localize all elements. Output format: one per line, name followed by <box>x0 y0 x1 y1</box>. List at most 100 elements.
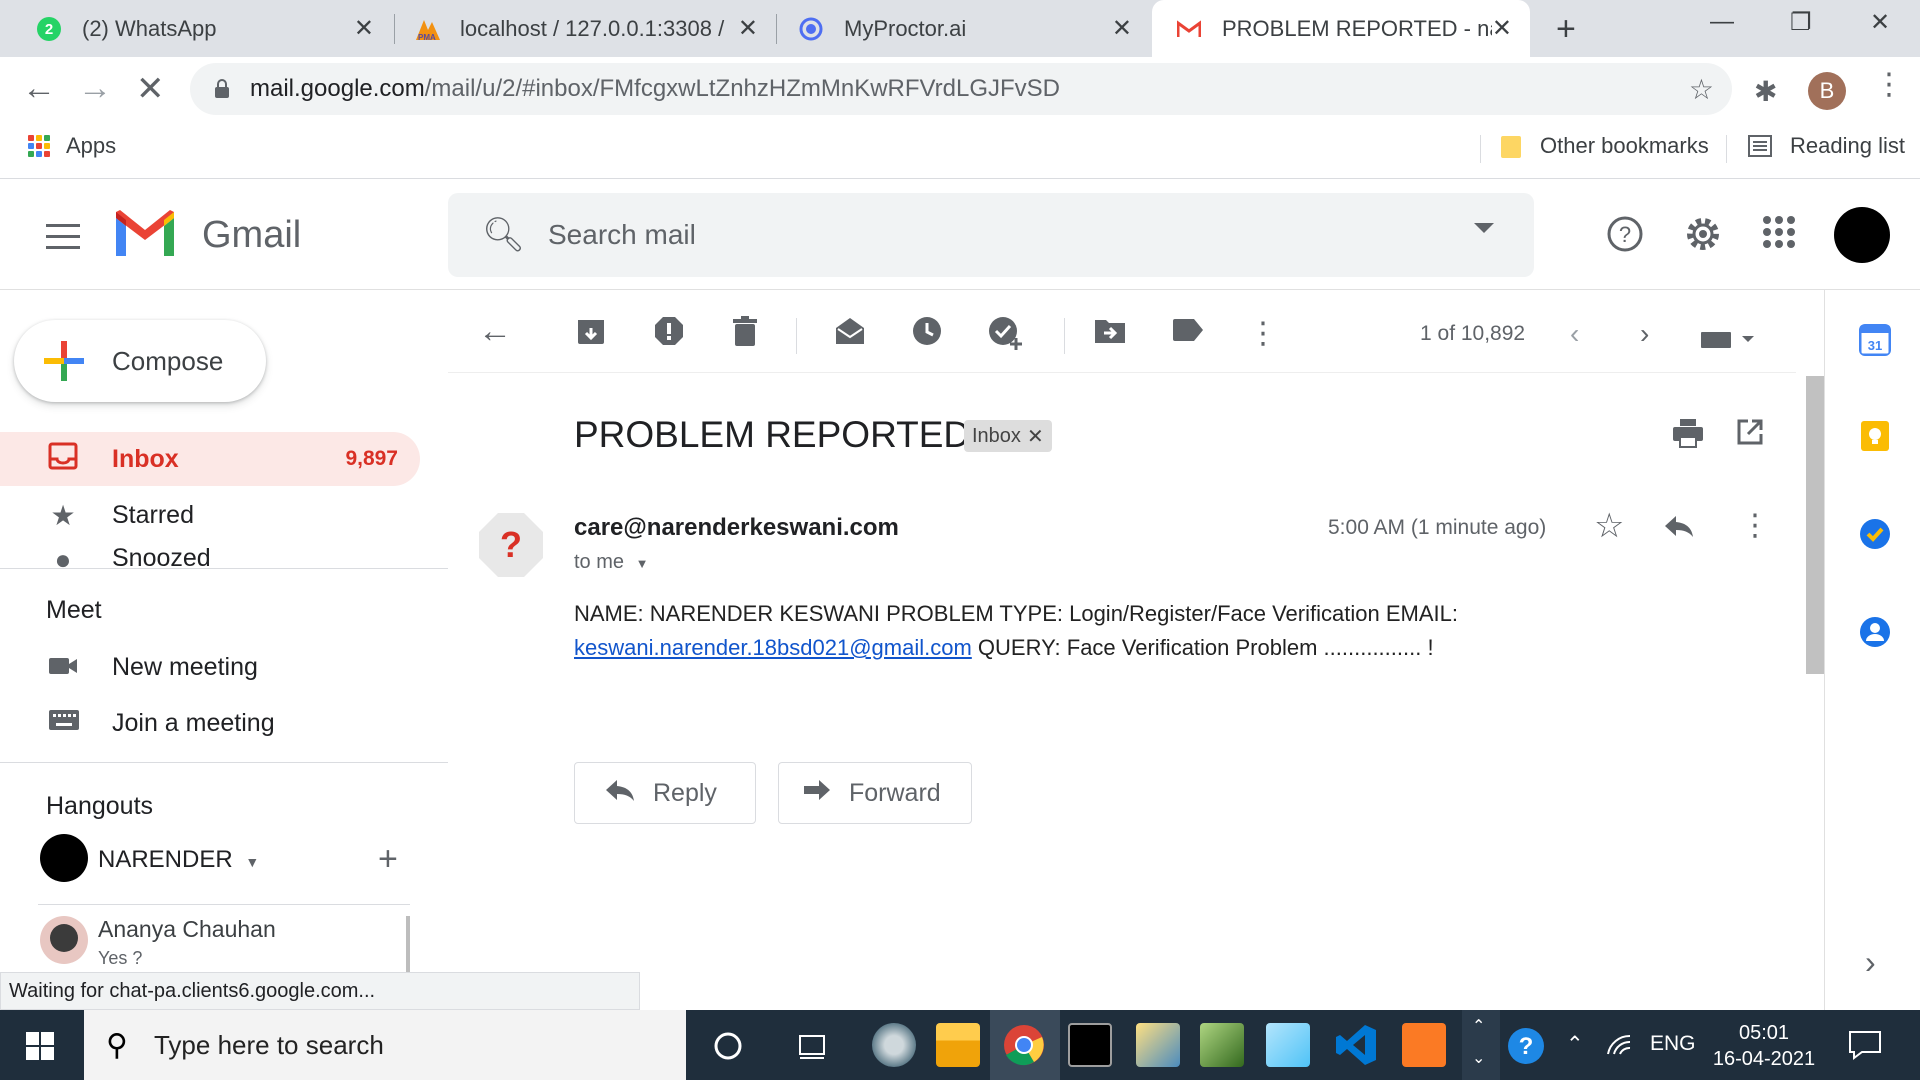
reply-button[interactable]: Reply <box>574 762 756 824</box>
star-message-icon[interactable]: ☆ <box>1594 506 1624 546</box>
forward-icon <box>803 777 831 809</box>
more-options-icon[interactable]: ⋮ <box>1248 316 1278 351</box>
close-tab-icon[interactable]: ✕ <box>738 14 758 43</box>
apps-bookmark[interactable]: Apps <box>28 133 116 159</box>
restore-icon[interactable]: ❐ <box>1790 8 1812 37</box>
sender-email[interactable]: care@narenderkeswani.com <box>574 514 899 542</box>
google-calendar-icon[interactable]: 31 <box>1859 324 1891 356</box>
open-in-new-window-icon[interactable] <box>1736 418 1764 454</box>
help-icon[interactable]: ? <box>1606 215 1644 262</box>
tab-whatsapp[interactable]: 2 (2) WhatsApp ✕ <box>0 0 392 57</box>
add-to-tasks-icon[interactable] <box>988 316 1022 358</box>
help-bubble-icon[interactable]: ? <box>1506 1026 1546 1066</box>
hangouts-contact[interactable]: Ananya Chauhan Yes ? <box>38 916 410 972</box>
google-tasks-icon[interactable] <box>1859 518 1891 550</box>
search-options-dropdown-icon[interactable] <box>1474 223 1494 233</box>
close-tab-icon[interactable]: ✕ <box>1112 14 1132 43</box>
search-icon[interactable]: 🔍︎ <box>482 215 525 255</box>
notifications-icon[interactable] <box>1848 1030 1882 1060</box>
tab-gmail-active[interactable]: PROBLEM REPORTED - naren ✕ <box>1152 0 1530 57</box>
hangouts-user-avatar[interactable] <box>40 834 88 882</box>
inbox-label-chip[interactable]: Inbox ✕ <box>964 420 1052 452</box>
system-clock[interactable]: 05:01 16-04-2021 <box>1704 1020 1824 1072</box>
archive-icon[interactable] <box>576 316 606 354</box>
file-explorer-icon[interactable] <box>936 1023 980 1067</box>
tab-title: localhost / 127.0.0.1:3308 / q <box>460 15 730 41</box>
contact-list-scrollbar[interactable] <box>406 916 410 972</box>
newer-chevron-left-icon[interactable]: ‹ <box>1570 318 1579 350</box>
move-to-icon[interactable] <box>1094 316 1126 352</box>
message-scrollbar[interactable] <box>1806 376 1824 674</box>
forward-arrow-icon[interactable]: → <box>78 69 112 108</box>
settings-gear-icon[interactable] <box>1684 215 1722 262</box>
reading-list[interactable]: Reading list <box>1748 133 1905 159</box>
show-hidden-icons-icon[interactable]: ⌃ <box>1566 1032 1584 1057</box>
new-tab-icon[interactable]: + <box>1556 10 1576 49</box>
snipping-tool-icon[interactable] <box>872 1023 916 1067</box>
taskbar-search-box[interactable]: ⚲ Type here to search <box>84 1010 686 1080</box>
windows-start-icon[interactable] <box>26 1032 54 1060</box>
body-email-link[interactable]: keswani.narender.18bsd021@gmail.com <box>574 635 972 660</box>
mark-unread-icon[interactable] <box>834 316 866 354</box>
python-file-icon[interactable] <box>1136 1023 1180 1067</box>
new-conversation-plus-icon[interactable]: + <box>378 840 398 879</box>
cortana-icon[interactable] <box>712 1030 744 1062</box>
older-chevron-right-icon[interactable]: › <box>1640 318 1649 350</box>
google-apps-icon[interactable] <box>1762 215 1796 258</box>
google-keep-icon[interactable] <box>1859 420 1891 452</box>
stop-loading-icon[interactable]: ✕ <box>136 69 165 109</box>
nav-snoozed[interactable]: ● Snoozed <box>0 544 420 568</box>
close-tab-icon[interactable]: ✕ <box>1492 14 1512 43</box>
minimize-icon[interactable]: — <box>1710 8 1734 36</box>
xampp-icon[interactable] <box>1402 1023 1446 1067</box>
chrome-menu-icon[interactable]: ⋮ <box>1874 67 1904 102</box>
terminal-icon[interactable] <box>1068 1023 1112 1067</box>
language-indicator[interactable]: ENG <box>1650 1032 1696 1056</box>
python-idle-icon[interactable] <box>1200 1023 1244 1067</box>
print-icon[interactable] <box>1672 418 1704 456</box>
chrome-icon[interactable] <box>1002 1023 1046 1067</box>
show-details-caret-icon[interactable]: ▼ <box>636 556 649 571</box>
message-more-options-icon[interactable]: ⋮ <box>1740 508 1770 543</box>
reply-arrow-icon[interactable] <box>1664 512 1694 546</box>
nav-join-meeting[interactable]: Join a meeting <box>0 696 420 750</box>
vscode-icon[interactable] <box>1334 1023 1378 1067</box>
back-to-inbox-icon[interactable]: ← <box>478 312 512 351</box>
extensions-puzzle-icon[interactable]: ✱ <box>1754 75 1777 108</box>
search-mail-box[interactable]: 🔍︎ Search mail <box>448 193 1534 277</box>
nav-new-meeting[interactable]: New meeting <box>0 640 420 694</box>
taskbar-overflow[interactable]: ⌃ ⌄ <box>1462 1010 1500 1080</box>
compose-button[interactable]: Compose <box>14 320 266 402</box>
account-avatar[interactable] <box>1834 207 1890 263</box>
wifi-icon[interactable] <box>1606 1034 1632 1058</box>
close-tab-icon[interactable]: ✕ <box>354 14 374 43</box>
inbox-unread-count: 9,897 <box>345 447 398 470</box>
snooze-clock-icon[interactable] <box>912 316 942 354</box>
label-tag-icon[interactable] <box>1172 316 1204 350</box>
star-icon: ★ <box>50 499 76 531</box>
address-bar[interactable]: mail.google.com/mail/u/2/#inbox/FMfcgxwL… <box>190 63 1732 115</box>
delete-trash-icon[interactable] <box>732 316 758 354</box>
nav-inbox[interactable]: Inbox 9,897 <box>0 432 420 486</box>
tab-phpmyadmin[interactable]: PMA localhost / 127.0.0.1:3308 / q ✕ <box>396 0 776 57</box>
remove-label-icon[interactable]: ✕ <box>1027 424 1044 449</box>
notepad-icon[interactable] <box>1266 1023 1310 1067</box>
svg-text:31: 31 <box>1868 338 1882 353</box>
close-window-icon[interactable]: ✕ <box>1870 8 1890 37</box>
report-spam-icon[interactable] <box>654 316 684 354</box>
hangouts-user-menu[interactable]: NARENDER ▼ <box>98 846 259 874</box>
forward-button[interactable]: Forward <box>778 762 972 824</box>
other-bookmarks[interactable]: Other bookmarks <box>1500 133 1709 159</box>
tab-myproctor[interactable]: MyProctor.ai ✕ <box>778 0 1150 57</box>
recipient-details[interactable]: to me ▼ <box>574 551 648 574</box>
expand-side-panel-chevron-icon[interactable]: › <box>1865 944 1876 981</box>
input-tools-keyboard-icon[interactable] <box>1700 324 1760 358</box>
main-menu-icon[interactable] <box>46 224 80 257</box>
nav-starred[interactable]: ★ Starred <box>0 488 420 542</box>
back-arrow-icon[interactable]: ← <box>22 69 56 108</box>
bookmark-star-icon[interactable]: ☆ <box>1689 73 1714 106</box>
google-contacts-icon[interactable] <box>1859 616 1891 648</box>
task-view-icon[interactable] <box>796 1030 828 1062</box>
reading-list-label: Reading list <box>1790 133 1905 158</box>
profile-avatar[interactable]: B <box>1808 72 1846 110</box>
